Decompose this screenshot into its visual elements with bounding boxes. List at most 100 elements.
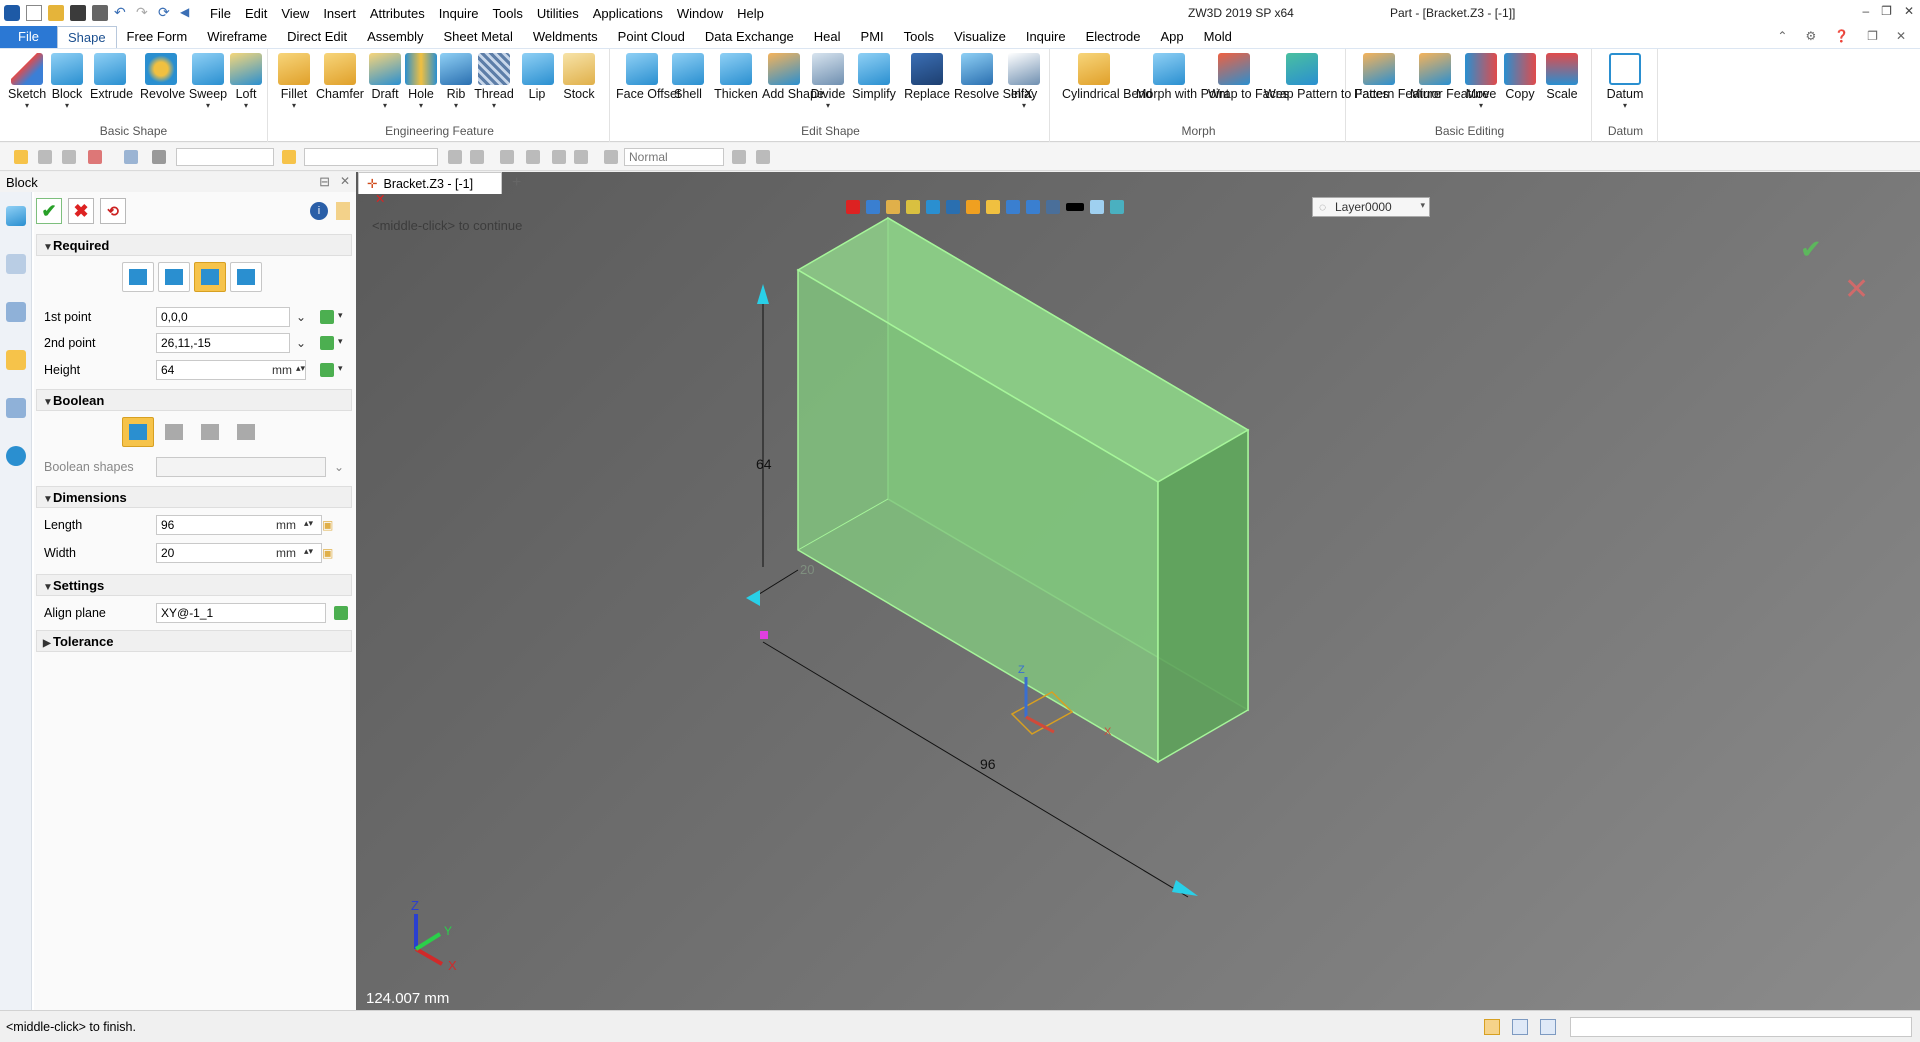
- menu-utilities[interactable]: Utilities: [537, 6, 579, 21]
- settings-icon[interactable]: [756, 150, 770, 164]
- select-arrow-icon[interactable]: [14, 150, 28, 164]
- tab-file[interactable]: File: [0, 26, 57, 48]
- face-offset-button[interactable]: Face Offset: [616, 53, 680, 102]
- status-screen-icon[interactable]: [1512, 1019, 1528, 1035]
- status-input-field[interactable]: [1570, 1017, 1912, 1037]
- open-folder-icon[interactable]: [48, 5, 64, 21]
- second-point-input[interactable]: 26,11,-15: [156, 333, 290, 353]
- first-point-pick-icon[interactable]: [320, 310, 334, 324]
- tree-icon[interactable]: [6, 254, 26, 274]
- sketch-button[interactable]: Sketch ▾: [8, 53, 46, 110]
- height-spinner[interactable]: ▴▾: [296, 363, 305, 374]
- menu-applications[interactable]: Applications: [593, 6, 663, 21]
- block-type-1-button[interactable]: [122, 262, 154, 292]
- refresh-icon[interactable]: ⟳: [158, 5, 174, 21]
- snap-icon-1[interactable]: [448, 150, 462, 164]
- cancel-button[interactable]: ✖: [68, 198, 94, 224]
- height-dropdown-icon[interactable]: ▾: [338, 363, 343, 374]
- second-point-pick-icon[interactable]: [320, 336, 334, 350]
- snap-icon-4[interactable]: [526, 150, 540, 164]
- resolve-selfx-button[interactable]: Resolve SelfX: [954, 53, 1033, 102]
- block-type-2-button[interactable]: [158, 262, 190, 292]
- tab-pmi[interactable]: PMI: [851, 26, 894, 48]
- first-point-dropdown-icon[interactable]: ▾: [338, 310, 343, 321]
- length-input[interactable]: 96: [156, 515, 322, 535]
- boolean-base-button[interactable]: [122, 417, 154, 447]
- first-point-input[interactable]: 0,0,0: [156, 307, 290, 327]
- pick-filter-icon[interactable]: [38, 150, 52, 164]
- section-boolean[interactable]: ▼Boolean: [36, 389, 352, 411]
- snap-icon-5[interactable]: [552, 150, 566, 164]
- tab-data-exchange[interactable]: Data Exchange: [695, 26, 804, 48]
- filter-combo[interactable]: [176, 148, 274, 166]
- tab-shape[interactable]: Shape: [56, 26, 117, 48]
- view-manager-icon[interactable]: [6, 398, 26, 418]
- menu-help[interactable]: Help: [737, 6, 764, 21]
- vp-pencil-icon[interactable]: [886, 200, 900, 214]
- length-spinner[interactable]: ▴▾: [304, 518, 313, 529]
- first-point-expand-icon[interactable]: ⌄: [296, 310, 306, 324]
- boolean-remove-button[interactable]: [194, 417, 226, 447]
- help-icon[interactable]: ❓: [1834, 29, 1849, 43]
- menu-attributes[interactable]: Attributes: [370, 6, 425, 21]
- simplify-button[interactable]: Simplify: [850, 53, 898, 102]
- tab-sheet-metal[interactable]: Sheet Metal: [434, 26, 523, 48]
- boolean-add-button[interactable]: [158, 417, 190, 447]
- filter-tool-icon[interactable]: [152, 150, 166, 164]
- render-mode-combo[interactable]: Normal: [624, 148, 724, 166]
- hex-shape-icon[interactable]: [124, 150, 138, 164]
- replace-button[interactable]: Replace: [904, 53, 950, 102]
- move-button[interactable]: Move ▾: [1464, 53, 1498, 110]
- boolean-shapes-expand-icon[interactable]: ⌄: [334, 460, 344, 474]
- viewport-ok-icon[interactable]: ✔: [1800, 234, 1822, 265]
- tab-point-cloud[interactable]: Point Cloud: [608, 26, 695, 48]
- datum-button[interactable]: Datum ▾: [1602, 53, 1648, 110]
- selection-combo[interactable]: [304, 148, 438, 166]
- width-dimension-label[interactable]: 20: [800, 562, 814, 577]
- lip-button[interactable]: Lip: [522, 53, 554, 102]
- loft-button[interactable]: Loft ▾: [228, 53, 264, 110]
- folder-icon[interactable]: [6, 350, 26, 370]
- block-type-3-button[interactable]: [194, 262, 226, 292]
- menu-inquire[interactable]: Inquire: [439, 6, 479, 21]
- copy-button[interactable]: Copy: [1502, 53, 1538, 102]
- hole-button[interactable]: Hole ▾: [404, 53, 438, 110]
- pattern-feature-button[interactable]: Pattern Feature: [1354, 53, 1441, 102]
- second-point-expand-icon[interactable]: ⌄: [296, 336, 306, 350]
- vp-views-icon[interactable]: [946, 200, 960, 214]
- wrap-to-faces-button[interactable]: Wrap to Faces: [1208, 53, 1289, 102]
- vp-color-icon[interactable]: [1090, 200, 1104, 214]
- width-lock-icon[interactable]: ▣: [322, 546, 333, 560]
- section-tolerance[interactable]: ▶ Tolerance: [36, 630, 352, 652]
- minimize-button[interactable]: –: [1862, 4, 1869, 18]
- pointer-icon[interactable]: [732, 150, 746, 164]
- ok-button[interactable]: ✔: [36, 198, 62, 224]
- restore-button[interactable]: ❐: [1881, 4, 1892, 18]
- vp-fit-icon[interactable]: [1006, 200, 1020, 214]
- status-mode-icon[interactable]: [1484, 1019, 1500, 1035]
- active-filter-icon[interactable]: [282, 150, 296, 164]
- shell-button[interactable]: Shell: [670, 53, 706, 102]
- panel-edge-icon[interactable]: [336, 202, 350, 220]
- minus-icon[interactable]: [62, 150, 76, 164]
- stock-button[interactable]: Stock: [560, 53, 598, 102]
- length-lock-icon[interactable]: ▣: [322, 518, 333, 532]
- snap-icon-6[interactable]: [574, 150, 588, 164]
- thicken-button[interactable]: Thicken: [712, 53, 760, 102]
- revolve-button[interactable]: Revolve: [140, 53, 185, 102]
- block-type-4-button[interactable]: [230, 262, 262, 292]
- viewport-cancel-icon[interactable]: ✕: [1844, 272, 1869, 307]
- align-plane-pick-icon[interactable]: [334, 606, 348, 620]
- width-input[interactable]: 20: [156, 543, 322, 563]
- graphics-viewport[interactable]: 64 96 20 Z X Z X Y: [356, 172, 1920, 1010]
- vp-pick-icon[interactable]: [866, 200, 880, 214]
- render-gear-icon[interactable]: [604, 150, 618, 164]
- draft-button[interactable]: Draft ▾: [368, 53, 402, 110]
- vp-monitor-icon[interactable]: [1046, 200, 1060, 214]
- vp-view-cube-icon[interactable]: [926, 200, 940, 214]
- section-required[interactable]: ▼Required: [36, 234, 352, 256]
- tab-direct-edit[interactable]: Direct Edit: [277, 26, 357, 48]
- section-dimensions[interactable]: ▼Dimensions: [36, 486, 352, 508]
- restore-doc-icon[interactable]: ❐: [1867, 29, 1878, 43]
- wrap-pattern-to-faces-button[interactable]: Wrap Pattern to Faces: [1264, 53, 1389, 102]
